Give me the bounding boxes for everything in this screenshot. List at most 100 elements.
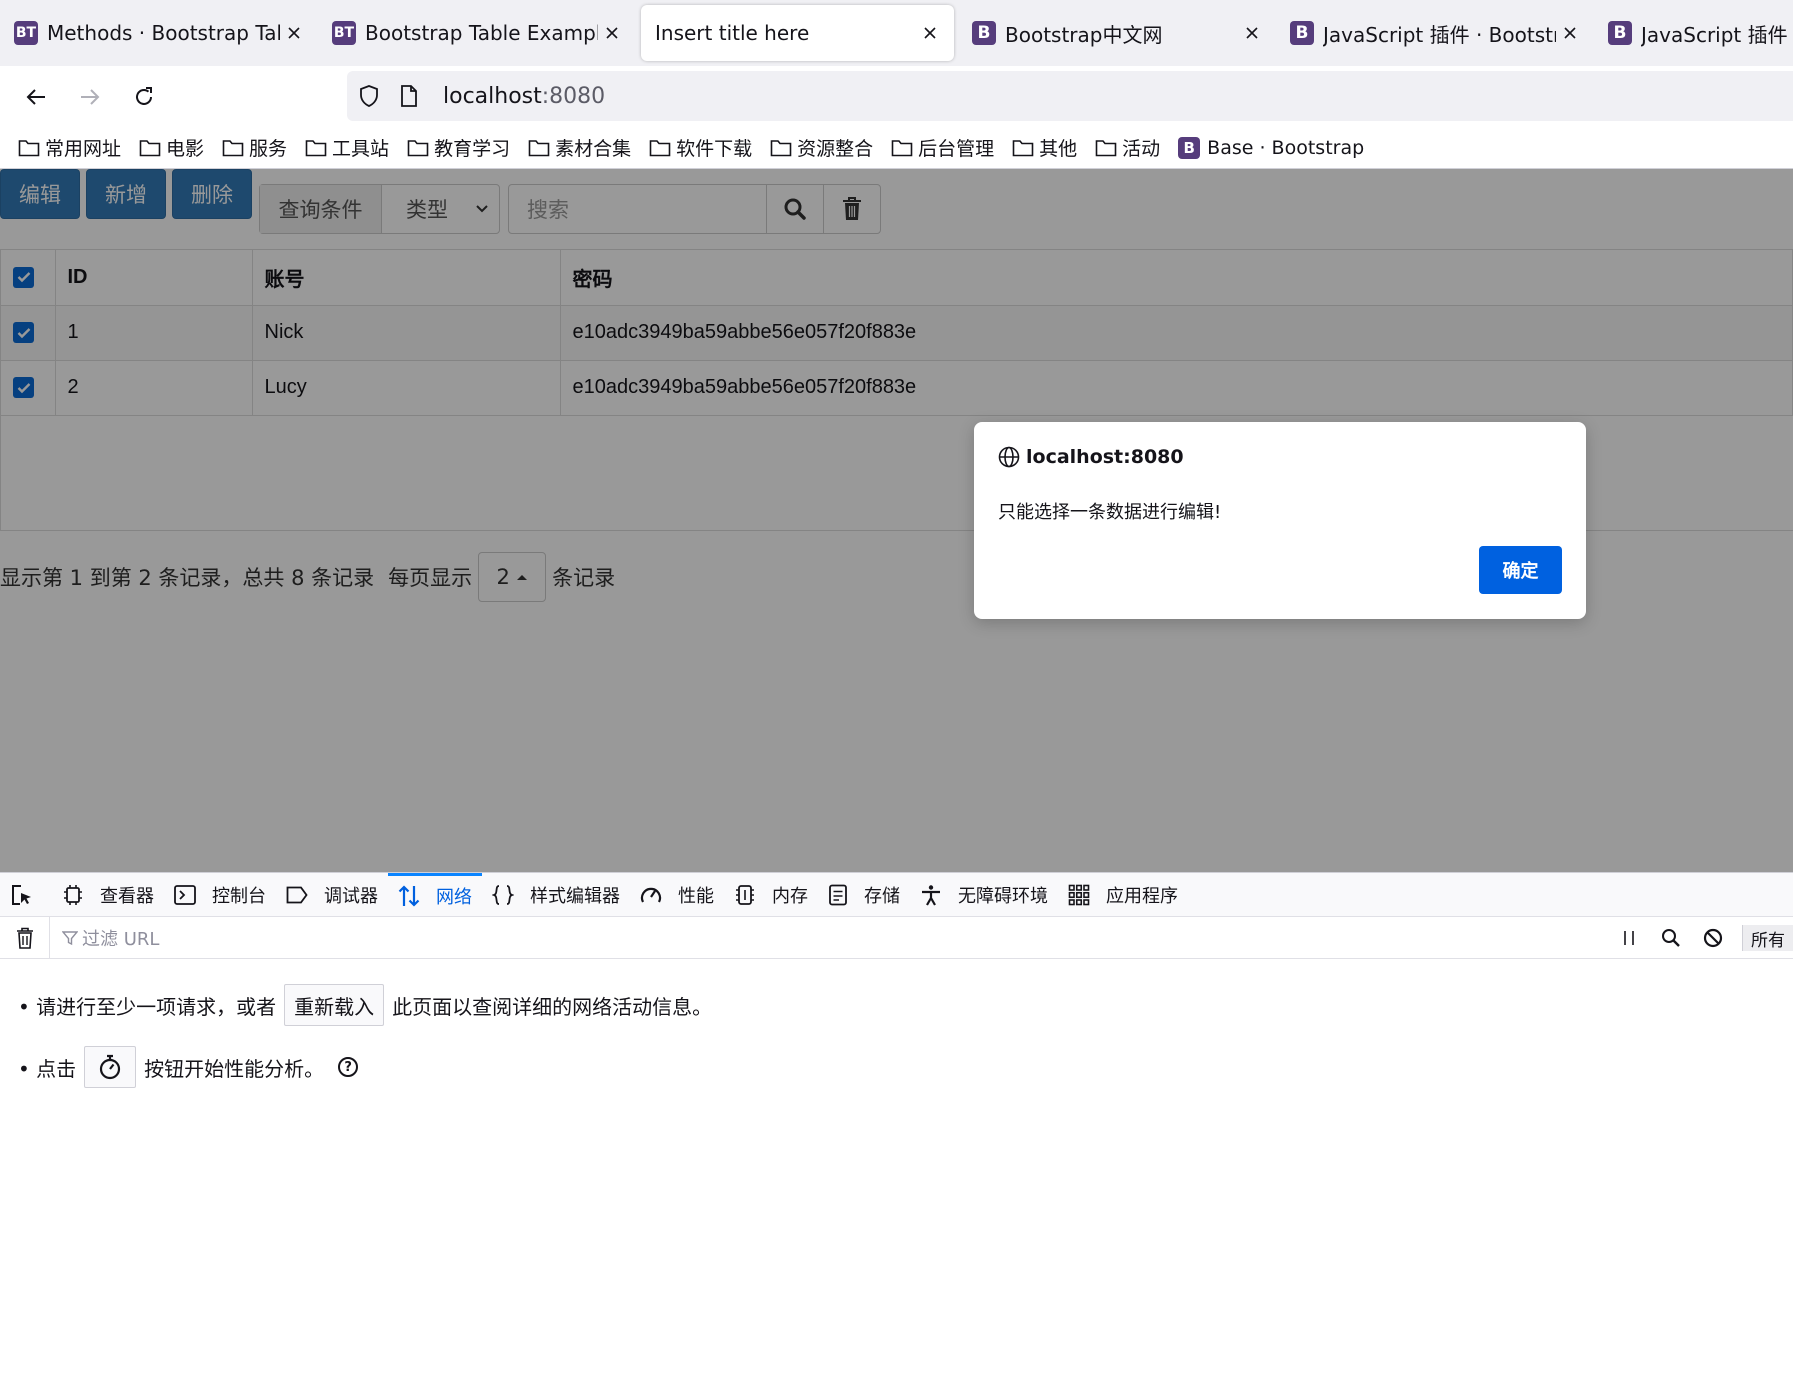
folder-icon: [1012, 139, 1034, 156]
filter-url-input[interactable]: 过滤 URL: [62, 925, 159, 951]
inspector-icon: [62, 884, 92, 906]
tab-debugger[interactable]: 调试器: [276, 873, 388, 917]
bookmark-folder[interactable]: 其他: [1012, 134, 1077, 161]
tab-js-plugins-2[interactable]: B JavaScript 插件 · B: [1594, 5, 1793, 61]
request-type-all[interactable]: 所有: [1742, 925, 1793, 951]
bookmark-folder[interactable]: 素材合集: [528, 134, 631, 161]
ok-button[interactable]: 确定: [1479, 546, 1562, 594]
tab-performance[interactable]: 性能: [630, 873, 724, 917]
navigation-bar: localhost:8080: [0, 66, 1793, 127]
forward-button[interactable]: [70, 77, 110, 117]
bootstrap-favicon-icon: B: [1178, 136, 1201, 159]
element-picker-icon: [12, 884, 31, 905]
devtools-tab-label: 调试器: [324, 885, 378, 907]
bookmark-label: 素材合集: [555, 138, 632, 160]
bookmark-label: Base · Bootstrap: [1207, 136, 1365, 159]
network-filter-bar: 过滤 URL 所有: [0, 916, 1793, 959]
devtools-panel: 查看器 控制台 调试器 网络 样式编辑器 性能 内存 存储 无障碍环境 应用程序 过滤 URL: [0, 872, 1793, 1377]
bookmark-folder[interactable]: 后台管理: [891, 134, 994, 161]
tab-strip: BT Methods · Bootstrap Table BT Bootstra…: [0, 0, 1793, 66]
network-icon: [398, 885, 428, 907]
close-icon[interactable]: [1556, 19, 1584, 47]
bookmark-folder[interactable]: 服务: [222, 134, 287, 161]
bookmark-base-bootstrap[interactable]: B Base · Bootstrap: [1178, 136, 1365, 159]
reload-hint: • 请进行至少一项请求，或者 重新载入 此页面以查阅详细的网络活动信息。: [18, 983, 1775, 1027]
help-icon[interactable]: ?: [338, 1057, 359, 1077]
tab-bootstrap-cn[interactable]: B Bootstrap中文网: [958, 5, 1276, 61]
tab-storage[interactable]: 存储: [818, 873, 910, 917]
bookmark-label: 电影: [166, 138, 205, 160]
tab-network[interactable]: 网络: [388, 872, 482, 917]
pause-icon: [1624, 931, 1634, 945]
bootstrap-favicon-icon: B: [972, 21, 996, 45]
bootstrap-favicon-icon: B: [1608, 21, 1632, 45]
close-icon[interactable]: [916, 19, 944, 47]
bookmarks-bar: 常用网址 电影 服务 工具站 教育学习 素材合集 软件下载 资源整合 后台管理 其他 活动 B Base…: [0, 127, 1793, 169]
url-bar[interactable]: localhost:8080: [347, 71, 1793, 121]
bookmark-label: 教育学习: [434, 138, 511, 160]
element-picker-button[interactable]: [0, 873, 52, 917]
bookmark-folder[interactable]: 常用网址: [18, 134, 121, 161]
tab-examples[interactable]: BT Bootstrap Table Examples: [318, 5, 636, 61]
performance-hint-prefix: • 点击: [18, 1056, 77, 1081]
devtools-tab-label: 应用程序: [1106, 885, 1178, 907]
bookmark-folder[interactable]: 资源整合: [770, 134, 873, 161]
console-icon: [174, 884, 204, 905]
url-text: localhost:8080: [443, 83, 606, 109]
bookmark-label: 活动: [1122, 138, 1161, 160]
clear-requests-button[interactable]: [0, 916, 50, 959]
bookmark-label: 工具站: [332, 138, 390, 160]
bookmark-label: 软件下载: [676, 138, 753, 160]
trash-icon: [16, 927, 33, 949]
back-button[interactable]: [16, 77, 56, 117]
network-actions: 所有: [1608, 917, 1793, 959]
bootstrap-table-favicon-icon: BT: [14, 21, 38, 45]
tab-methods[interactable]: BT Methods · Bootstrap Table: [0, 5, 318, 61]
bookmark-label: 服务: [249, 138, 288, 160]
application-icon: [1068, 884, 1098, 906]
devtools-tab-label: 网络: [436, 887, 472, 908]
tab-memory[interactable]: 内存: [724, 873, 818, 917]
folder-icon: [407, 139, 429, 156]
pause-button[interactable]: [1608, 917, 1650, 959]
bookmark-folder[interactable]: 教育学习: [407, 134, 510, 161]
tab-style-editor[interactable]: 样式编辑器: [482, 873, 630, 917]
close-icon[interactable]: [598, 19, 626, 47]
bootstrap-favicon-icon: B: [1290, 21, 1314, 45]
dialog-message: 只能选择一条数据进行编辑!: [998, 502, 1222, 523]
tab-js-plugins[interactable]: B JavaScript 插件 · Bootstrap v: [1276, 5, 1594, 61]
network-empty-state: • 请进行至少一项请求，或者 重新载入 此页面以查阅详细的网络活动信息。 • 点…: [0, 959, 1793, 1131]
folder-icon: [305, 139, 327, 156]
reload-hint-prefix: • 请进行至少一项请求，或者: [18, 994, 277, 1019]
bookmark-folder[interactable]: 软件下载: [649, 134, 752, 161]
tab-accessibility[interactable]: 无障碍环境: [910, 873, 1058, 917]
reload-button[interactable]: [124, 77, 164, 117]
tab-console[interactable]: 控制台: [164, 873, 276, 917]
tab-inspector[interactable]: 查看器: [52, 873, 164, 917]
folder-icon: [891, 139, 913, 156]
globe-icon: [998, 446, 1020, 468]
devtools-tab-label: 存储: [864, 885, 900, 907]
performance-icon: [640, 885, 670, 905]
start-performance-button[interactable]: [84, 1046, 137, 1088]
dialog-title: localhost:8080: [998, 446, 1184, 468]
page-icon[interactable]: [389, 76, 429, 116]
search-button[interactable]: [1650, 917, 1692, 959]
bookmark-folder[interactable]: 电影: [139, 134, 204, 161]
folder-icon: [1095, 139, 1117, 156]
tab-insert-title[interactable]: Insert title here: [641, 5, 954, 61]
shield-icon[interactable]: [349, 76, 389, 116]
close-icon[interactable]: [280, 19, 308, 47]
filter-icon: [62, 930, 78, 945]
close-icon[interactable]: [1238, 19, 1266, 47]
bookmark-folder[interactable]: 活动: [1095, 134, 1160, 161]
folder-icon: [770, 139, 792, 156]
block-button[interactable]: [1692, 917, 1734, 959]
storage-icon: [828, 884, 856, 906]
stopwatch-icon: [100, 1054, 121, 1080]
reload-button[interactable]: 重新载入: [284, 984, 385, 1026]
bookmark-folder[interactable]: 工具站: [305, 134, 389, 161]
devtools-tab-label: 样式编辑器: [530, 885, 620, 907]
tab-title: JavaScript 插件 · B: [1641, 22, 1793, 47]
tab-application[interactable]: 应用程序: [1058, 873, 1188, 917]
